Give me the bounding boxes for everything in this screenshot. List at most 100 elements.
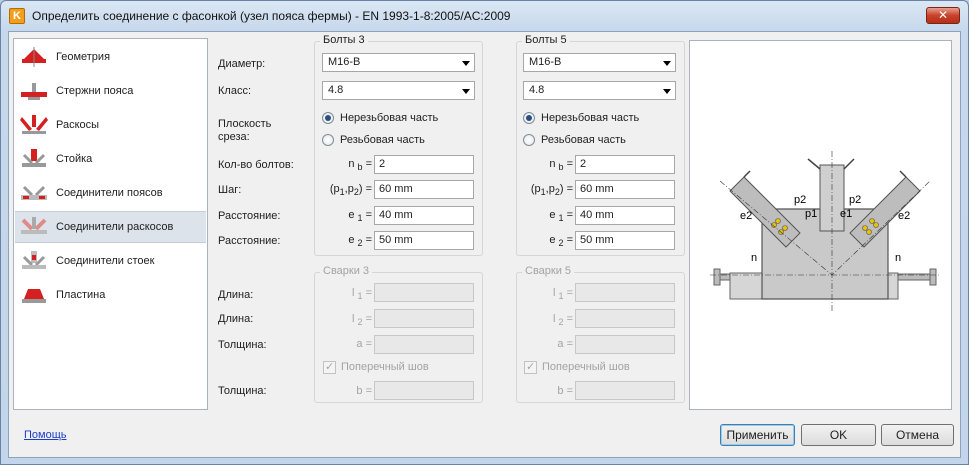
thickness-a-label: Толщина: xyxy=(218,339,267,351)
sidebar-item-label: Геометрия xyxy=(56,51,111,63)
dialog-body: Геометрия Стержни пояса Раскосы Стойка С… xyxy=(8,31,961,458)
radio-unselected-icon xyxy=(322,134,334,146)
bolts-3-e2-input[interactable]: 50 mm xyxy=(374,231,474,250)
cancel-button[interactable]: Отмена xyxy=(881,424,954,446)
diagonal-connectors-icon xyxy=(21,217,47,234)
chord-connectors-icon xyxy=(21,185,47,200)
thickness-b-label: Толщина: xyxy=(218,385,267,397)
length-l1-label: Длина: xyxy=(218,289,254,301)
close-button[interactable]: ✕ xyxy=(926,7,960,24)
welds-5-transverse-checkbox[interactable]: Поперечный шов xyxy=(524,360,674,374)
chevron-down-icon xyxy=(663,89,671,94)
diagram-label-n-right: n xyxy=(895,252,901,264)
bolts-5-e2-input[interactable]: 50 mm xyxy=(575,231,675,250)
bolts-5-pitch-input[interactable]: 60 mm xyxy=(575,180,675,199)
pitch-label: Шаг: xyxy=(218,184,242,196)
sidebar-item-label: Стойка xyxy=(56,153,93,165)
length-l2-label: Длина: xyxy=(218,313,254,325)
sidebar-item-post-connectors[interactable]: Соединители стоек xyxy=(15,246,206,278)
select-value: 4.8 xyxy=(328,84,344,96)
shear-plane-label: Плоскость среза: xyxy=(218,118,272,143)
chevron-down-icon xyxy=(462,61,470,66)
ok-button[interactable]: OK xyxy=(801,424,876,446)
welds-3-b-input[interactable] xyxy=(374,381,474,400)
welds-3-l2-input[interactable] xyxy=(374,309,474,328)
distance-e1-label: Расстояние: xyxy=(218,210,281,222)
category-list: Геометрия Стержни пояса Раскосы Стойка С… xyxy=(13,38,208,410)
chord-members-icon xyxy=(21,83,47,100)
sidebar-item-plate[interactable]: Пластина xyxy=(15,280,206,312)
sidebar-item-chord-connectors[interactable]: Соединители поясов xyxy=(15,178,206,210)
sidebar-item-label: Соединители раскосов xyxy=(56,221,174,233)
class-label: Класс: xyxy=(218,85,251,97)
connection-preview: p2 p1 e1 p2 e2 e2 n n xyxy=(689,40,952,410)
b-symbol: b = xyxy=(557,385,573,397)
welds-5-b-input[interactable] xyxy=(575,381,675,400)
apply-button[interactable]: Применить xyxy=(720,424,795,446)
bolts-5-class-select[interactable]: 4.8 xyxy=(523,81,676,100)
bolts-3-radio-unthreaded[interactable]: Нерезьбовая часть xyxy=(322,112,472,126)
bolts-3-diameter-select[interactable]: M16-B xyxy=(322,53,475,72)
bolts-5-e1-input[interactable]: 40 mm xyxy=(575,206,675,225)
radio-label: Нерезьбовая часть xyxy=(340,112,439,124)
p-symbol: (p1,p2) = xyxy=(530,183,573,198)
sidebar-item-post[interactable]: Стойка xyxy=(15,144,206,176)
e2-symbol: e 2 = xyxy=(549,234,573,249)
bolts-3-count-input[interactable]: 2 xyxy=(374,155,474,174)
l2-symbol: l 2 = xyxy=(351,313,372,328)
diagonals-icon xyxy=(20,115,48,134)
select-value: M16-B xyxy=(328,56,361,68)
sidebar-item-label: Соединители поясов xyxy=(56,187,163,199)
sidebar-item-label: Соединители стоек xyxy=(56,255,155,267)
welds-5-l2-input[interactable] xyxy=(575,309,675,328)
radio-selected-icon xyxy=(523,112,535,124)
radio-selected-icon xyxy=(322,112,334,124)
bolts-3-pitch-input[interactable]: 60 mm xyxy=(374,180,474,199)
title-bar[interactable]: K Определить соединение с фасонкой (узел… xyxy=(1,1,968,31)
sidebar-item-label: Пластина xyxy=(56,289,106,301)
diagram-label-p1: p1 xyxy=(805,208,817,220)
sidebar-item-chord-members[interactable]: Стержни пояса xyxy=(15,76,206,108)
welds-5-a-input[interactable] xyxy=(575,335,675,354)
l1-symbol: l 1 = xyxy=(552,287,573,302)
sidebar-item-diagonals[interactable]: Раскосы xyxy=(15,110,206,142)
nb-symbol: n b = xyxy=(549,158,573,173)
diagram-label-e2-left: e2 xyxy=(740,210,752,222)
bolt-count-label: Кол-во болтов: xyxy=(218,159,294,171)
chevron-down-icon xyxy=(663,61,671,66)
sidebar-item-label: Раскосы xyxy=(56,119,100,131)
post-connectors-icon xyxy=(22,251,46,269)
diagram-label-p2-left: p2 xyxy=(794,194,806,206)
select-value: M16-B xyxy=(529,56,562,68)
welds-5-l1-input[interactable] xyxy=(575,283,675,302)
sidebar-item-geometry[interactable]: Геометрия xyxy=(15,42,206,74)
bolts-3-radio-threaded[interactable]: Резьбовая часть xyxy=(322,134,472,148)
sidebar-item-diagonal-connectors[interactable]: Соединители раскосов xyxy=(15,211,206,243)
welds-3-l1-input[interactable] xyxy=(374,283,474,302)
bolts-3-e1-input[interactable]: 40 mm xyxy=(374,206,474,225)
bolts-3-class-select[interactable]: 4.8 xyxy=(322,81,475,100)
checkbox-icon xyxy=(323,360,336,374)
a-symbol: a = xyxy=(557,338,573,350)
geometry-icon xyxy=(22,47,46,67)
l1-symbol: l 1 = xyxy=(351,287,372,302)
checkbox-label: Поперечный шов xyxy=(542,361,630,373)
bolts-5-radio-threaded[interactable]: Резьбовая часть xyxy=(523,134,673,148)
diagram-label-e1: e1 xyxy=(840,208,852,220)
post-icon xyxy=(22,149,46,167)
welds-5-title: Сварки 5 xyxy=(522,265,575,277)
e2-symbol: e 2 = xyxy=(348,234,372,249)
bolts-5-radio-unthreaded[interactable]: Нерезьбовая часть xyxy=(523,112,673,126)
bolts-5-diameter-select[interactable]: M16-B xyxy=(523,53,676,72)
bolts-5-count-input[interactable]: 2 xyxy=(575,155,675,174)
l2-symbol: l 2 = xyxy=(552,313,573,328)
welds-3-title: Сварки 3 xyxy=(320,265,373,277)
help-link[interactable]: Помощь xyxy=(24,429,67,441)
checkbox-icon xyxy=(524,360,537,374)
radio-label: Резьбовая часть xyxy=(340,134,425,146)
diagram-label-p2-right: p2 xyxy=(849,194,861,206)
welds-3-a-input[interactable] xyxy=(374,335,474,354)
welds-3-transverse-checkbox[interactable]: Поперечный шов xyxy=(323,360,473,374)
chevron-down-icon xyxy=(462,89,470,94)
e1-symbol: e 1 = xyxy=(348,209,372,224)
